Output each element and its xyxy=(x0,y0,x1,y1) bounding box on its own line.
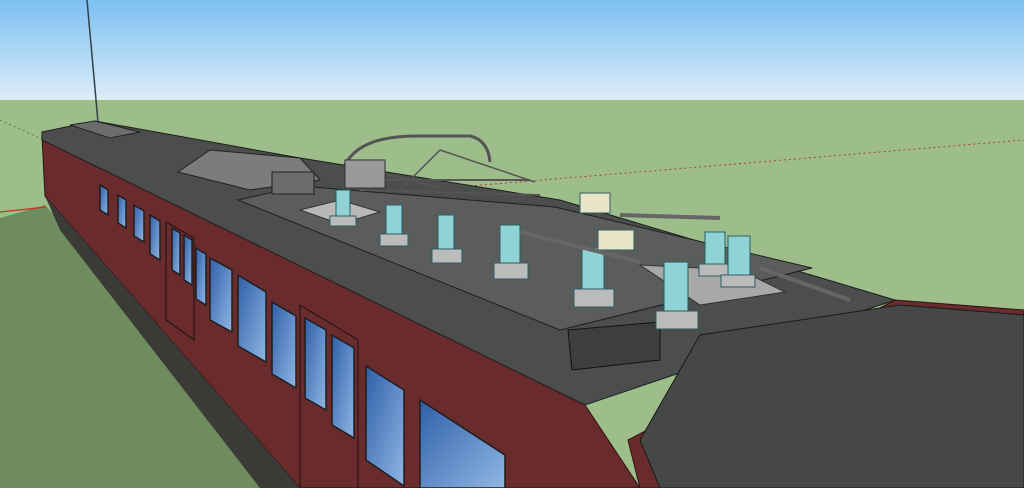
window xyxy=(195,246,207,307)
window xyxy=(117,193,127,230)
roof-box xyxy=(271,171,315,195)
window xyxy=(209,256,233,334)
pantograph-base xyxy=(344,159,386,189)
window xyxy=(133,203,145,244)
window xyxy=(149,213,161,262)
window xyxy=(304,316,327,412)
window xyxy=(183,233,193,287)
window xyxy=(271,300,297,390)
window xyxy=(171,226,181,277)
window xyxy=(331,333,355,440)
window xyxy=(99,183,109,217)
sky xyxy=(0,0,1024,100)
3d-viewport[interactable] xyxy=(0,0,1024,488)
